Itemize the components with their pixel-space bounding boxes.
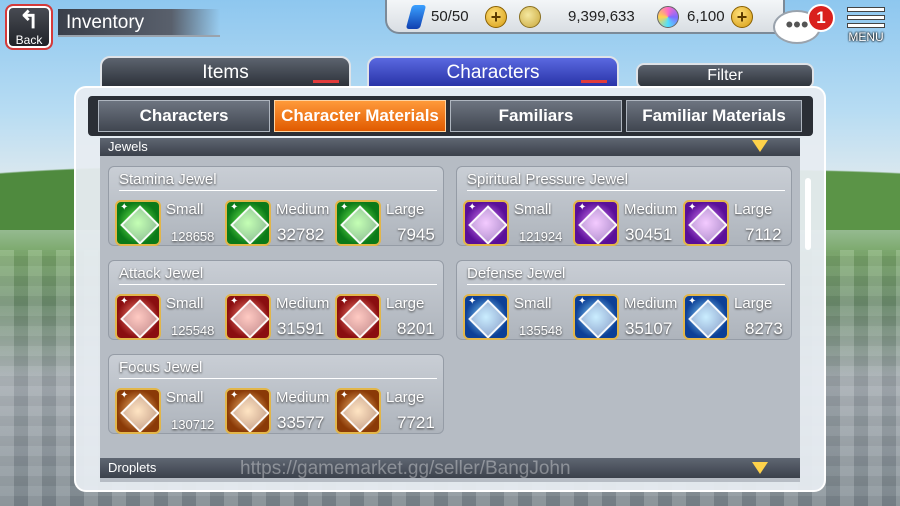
- gold-value: 9,399,633: [568, 8, 635, 25]
- card-defense-jewel: Defense Jewel Small 135548 Medium 35107 …: [456, 260, 792, 340]
- size-large: Large: [734, 201, 773, 218]
- card-focus-jewel: Focus Jewel Small 130712 Medium 33577 La…: [108, 354, 444, 434]
- card-attack-jewel: Attack Jewel Small 125548 Medium 31591 L…: [108, 260, 444, 340]
- stamina-value: 50/50: [431, 8, 469, 25]
- size-small: Small: [166, 295, 204, 312]
- count-small: 125548: [171, 323, 215, 338]
- count-large: 7945: [397, 225, 435, 244]
- size-medium: Medium: [276, 295, 330, 312]
- focus-jewel-large-icon[interactable]: [335, 388, 381, 434]
- spiritual-jewel-large-icon[interactable]: [683, 200, 729, 246]
- count-small: 135548: [519, 323, 563, 338]
- size-small: Small: [514, 201, 552, 218]
- subtab-character-materials[interactable]: Character Materials: [274, 100, 446, 132]
- notification-badge: 1: [807, 4, 835, 32]
- tab-items-label: Items: [202, 62, 249, 83]
- watermark: https://gamemarket.gg/seller/BangJohn: [240, 458, 571, 479]
- back-label: Back: [15, 33, 43, 47]
- expand-triangle-icon: [752, 462, 768, 474]
- stamina-jewel-large-icon[interactable]: [335, 200, 381, 246]
- page-title: Inventory: [58, 9, 220, 37]
- subtab-familiars[interactable]: Familiars: [450, 100, 622, 132]
- count-medium: 33577: [277, 413, 325, 432]
- size-medium: Medium: [276, 389, 330, 406]
- count-small: 130712: [171, 417, 215, 432]
- size-large: Large: [386, 389, 425, 406]
- stamina-jewel-small-icon[interactable]: [115, 200, 161, 246]
- count-small: 121924: [519, 229, 563, 244]
- spiritual-jewel-small-icon[interactable]: [463, 200, 509, 246]
- size-small: Small: [166, 201, 204, 218]
- size-large: Large: [386, 295, 425, 312]
- materials-list[interactable]: Jewels Stamina Jewel Small 128658 Medium…: [100, 138, 800, 482]
- card-name: Stamina Jewel: [119, 169, 437, 191]
- attack-jewel-small-icon[interactable]: [115, 294, 161, 340]
- gem-value: 6,100: [687, 8, 725, 25]
- tab-accent: [581, 80, 607, 83]
- tab-items[interactable]: Items: [100, 56, 351, 88]
- scrollbar[interactable]: [805, 178, 811, 250]
- size-medium: Medium: [624, 295, 678, 312]
- card-stamina-jewel: Stamina Jewel Small 128658 Medium 32782 …: [108, 166, 444, 246]
- count-large: 7721: [397, 413, 435, 432]
- size-large: Large: [734, 295, 773, 312]
- card-name: Attack Jewel: [119, 263, 437, 285]
- gold-icon: [519, 6, 541, 28]
- gem-icon: [657, 6, 679, 28]
- card-name: Spiritual Pressure Jewel: [467, 169, 785, 191]
- subtab-characters[interactable]: Characters: [98, 100, 270, 132]
- hamburger-icon: [840, 7, 892, 28]
- resource-bar: 50/50 + 9,399,633 6,100 +: [385, 0, 785, 34]
- size-small: Small: [514, 295, 552, 312]
- focus-jewel-medium-icon[interactable]: [225, 388, 271, 434]
- size-small: Small: [166, 389, 204, 406]
- count-medium: 32782: [277, 225, 325, 244]
- section-jewels[interactable]: Jewels: [100, 138, 800, 156]
- size-large: Large: [386, 201, 425, 218]
- attack-jewel-large-icon[interactable]: [335, 294, 381, 340]
- focus-jewel-small-icon[interactable]: [115, 388, 161, 434]
- subtab-familiar-materials[interactable]: Familiar Materials: [626, 100, 802, 132]
- subtab-bar: Characters Character Materials Familiars…: [88, 96, 813, 136]
- back-arrow-icon: ↰: [18, 7, 40, 34]
- defense-jewel-medium-icon[interactable]: [573, 294, 619, 340]
- back-button[interactable]: ↰ Back: [5, 4, 53, 50]
- defense-jewel-large-icon[interactable]: [683, 294, 729, 340]
- card-name: Defense Jewel: [467, 263, 785, 285]
- tab-accent: [313, 80, 339, 83]
- count-large: 8273: [745, 319, 783, 338]
- size-medium: Medium: [276, 201, 330, 218]
- card-name: Focus Jewel: [119, 357, 437, 379]
- spiritual-jewel-medium-icon[interactable]: [573, 200, 619, 246]
- stamina-jewel-medium-icon[interactable]: [225, 200, 271, 246]
- card-spiritual-pressure-jewel: Spiritual Pressure Jewel Small 121924 Me…: [456, 166, 792, 246]
- add-stamina-button[interactable]: +: [485, 6, 507, 28]
- size-medium: Medium: [624, 201, 678, 218]
- count-medium: 30451: [625, 225, 673, 244]
- add-gems-button[interactable]: +: [731, 6, 753, 28]
- collapse-triangle-icon: [752, 140, 768, 152]
- count-medium: 35107: [625, 319, 673, 338]
- tab-characters[interactable]: Characters: [367, 56, 619, 88]
- tab-characters-label: Characters: [446, 62, 540, 83]
- attack-jewel-medium-icon[interactable]: [225, 294, 271, 340]
- chat-button[interactable]: ••• 1: [773, 4, 835, 48]
- count-medium: 31591: [277, 319, 325, 338]
- count-small: 128658: [171, 229, 215, 244]
- section-jewels-label: Jewels: [108, 139, 148, 154]
- menu-button[interactable]: MENU: [840, 4, 892, 50]
- stamina-icon: [405, 5, 427, 29]
- count-large: 8201: [397, 319, 435, 338]
- count-large: 7112: [745, 225, 782, 244]
- defense-jewel-small-icon[interactable]: [463, 294, 509, 340]
- menu-label: MENU: [848, 30, 884, 44]
- section-droplets-label: Droplets: [108, 460, 157, 475]
